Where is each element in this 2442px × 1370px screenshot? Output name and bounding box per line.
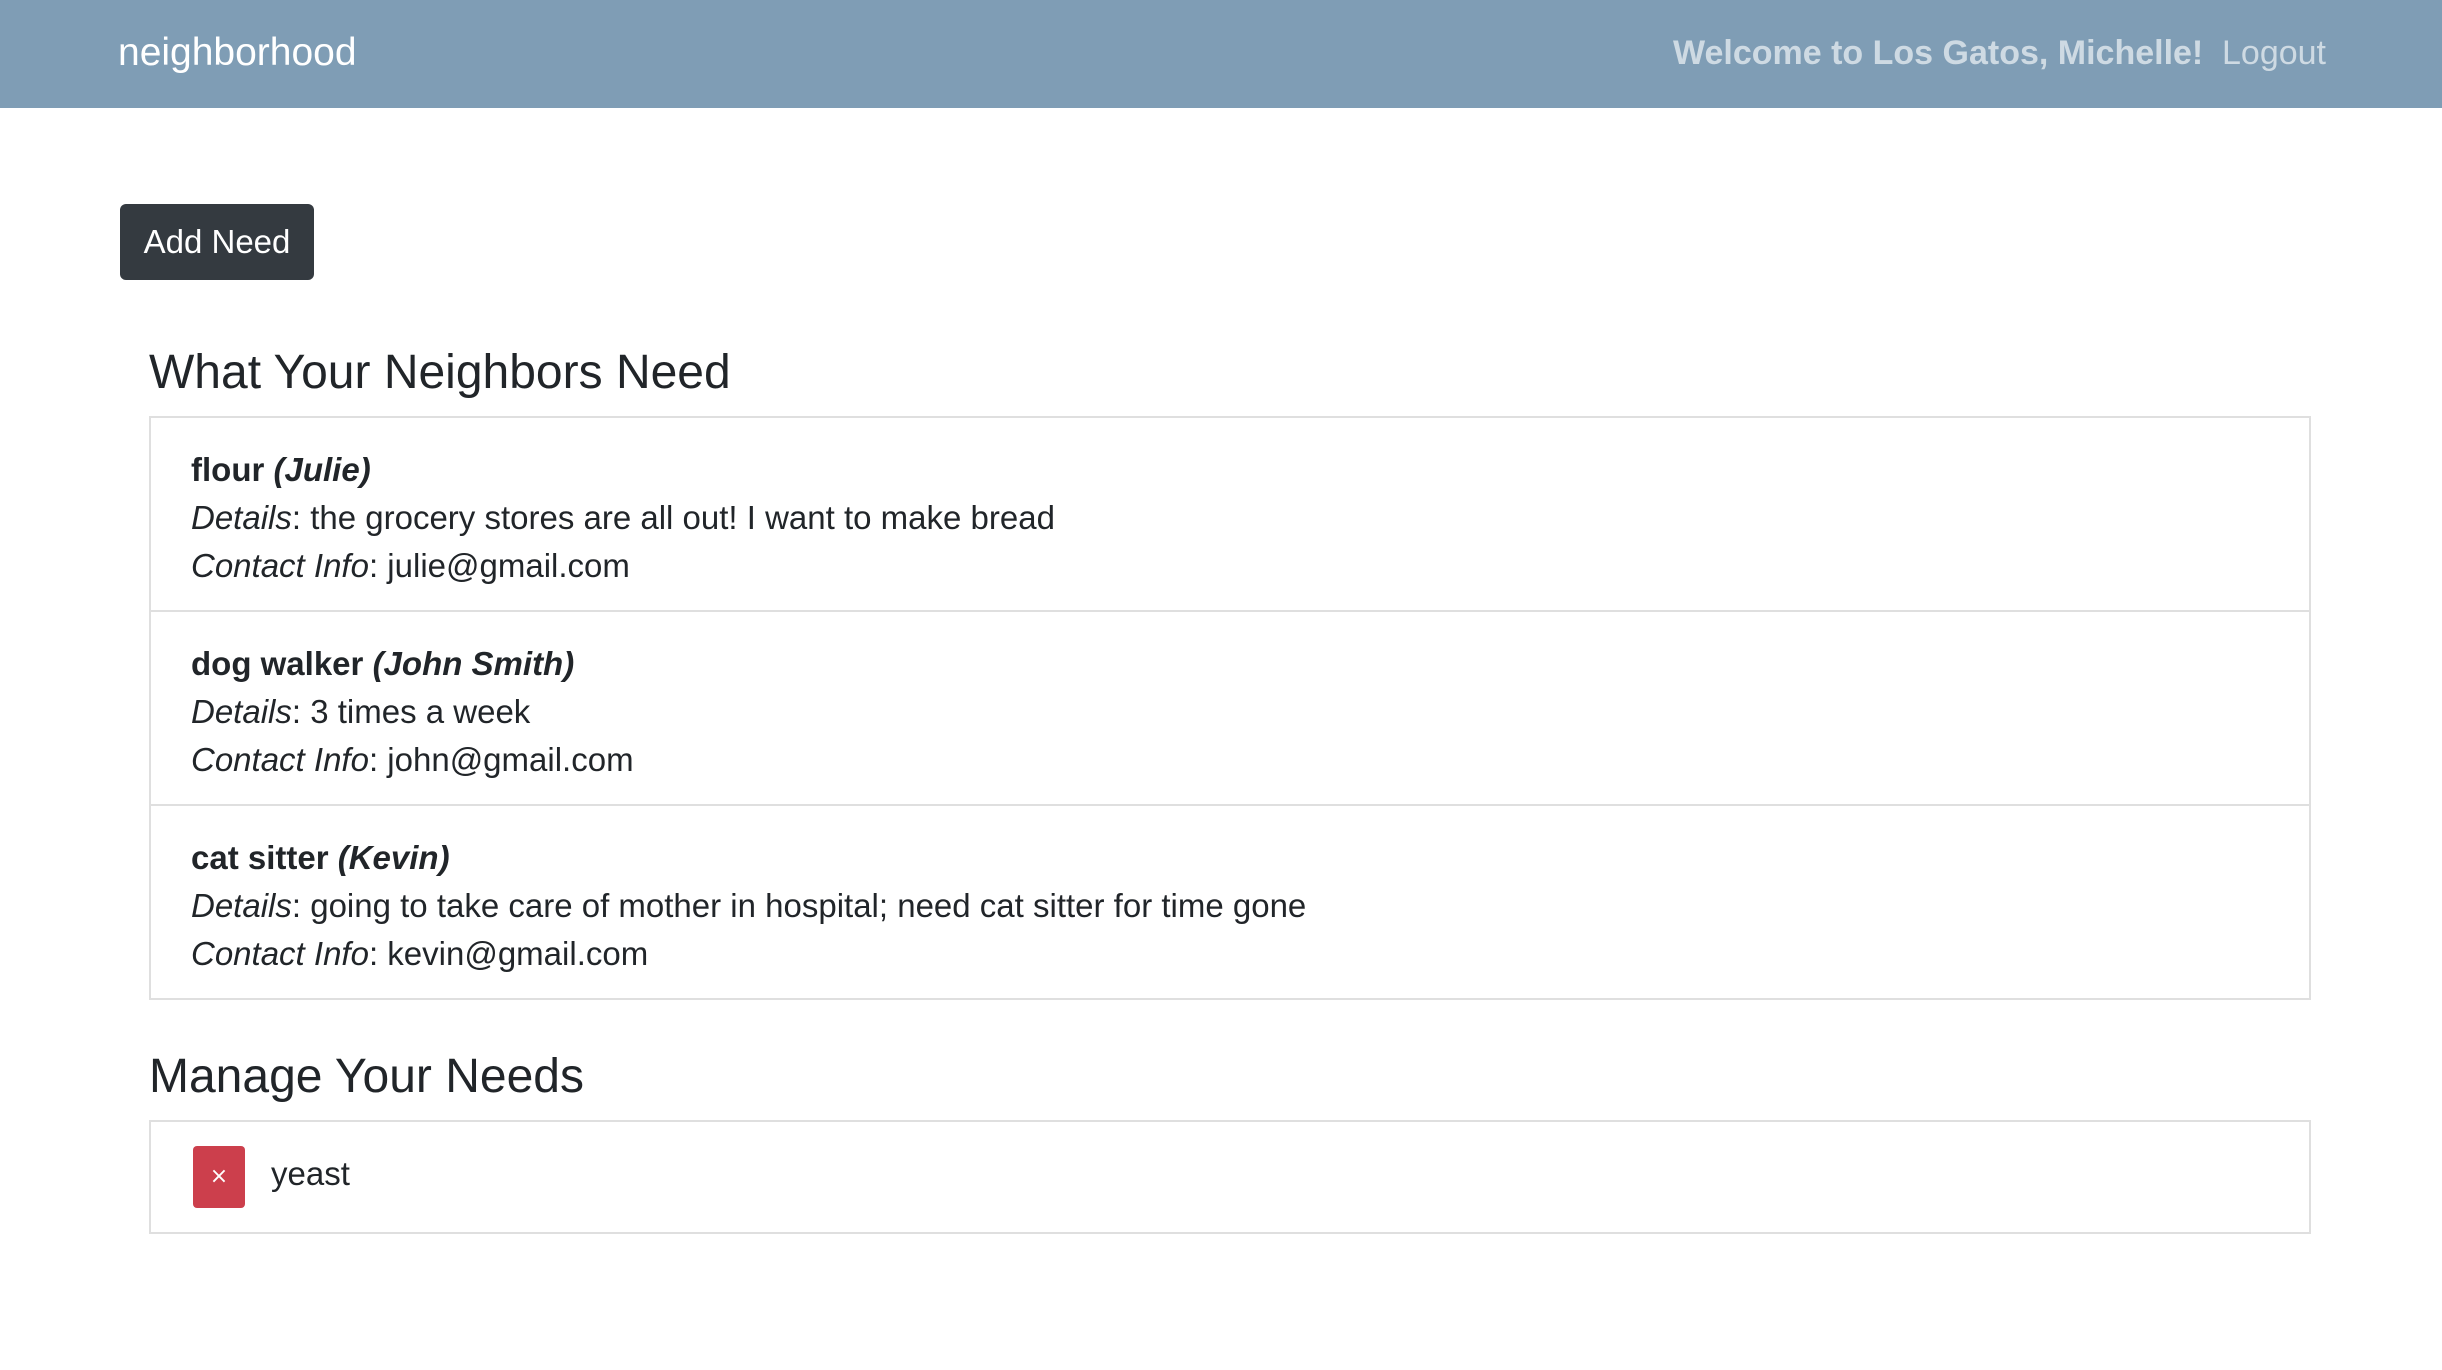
- need-details: Details: going to take care of mother in…: [191, 887, 1307, 924]
- neighbors-needs-list: flour (Julie) Details: the grocery store…: [149, 416, 2311, 1000]
- contact-value: john@gmail.com: [387, 741, 634, 778]
- list-item: cat sitter (Kevin) Details: going to tak…: [151, 806, 2309, 998]
- need-requester: (Julie): [273, 451, 371, 488]
- details-value: 3 times a week: [310, 693, 531, 730]
- manage-needs-title: Manage Your Needs: [149, 1050, 584, 1103]
- need-contact: Contact Info: kevin@gmail.com: [191, 935, 649, 972]
- need-contact: Contact Info: john@gmail.com: [191, 741, 634, 778]
- logout-link[interactable]: Logout: [2222, 26, 2326, 80]
- manage-needs-list: × yeast: [149, 1120, 2311, 1234]
- top-navbar: neighborhood Welcome to Los Gatos, Miche…: [0, 0, 2442, 108]
- contact-value: julie@gmail.com: [387, 547, 630, 584]
- need-heading: flour (Julie): [191, 446, 2309, 494]
- need-title: cat sitter: [191, 839, 329, 876]
- my-need-label: yeast: [271, 1155, 350, 1192]
- details-value: going to take care of mother in hospital…: [310, 887, 1307, 924]
- contact-label: Contact Info: [191, 741, 369, 778]
- need-details: Details: 3 times a week: [191, 693, 531, 730]
- close-icon: ×: [209, 1164, 229, 1189]
- contact-label: Contact Info: [191, 935, 369, 972]
- details-label: Details: [191, 499, 292, 536]
- need-title: dog walker: [191, 645, 364, 682]
- list-item: flour (Julie) Details: the grocery store…: [151, 418, 2309, 612]
- need-contact: Contact Info: julie@gmail.com: [191, 547, 630, 584]
- need-requester: (John Smith): [372, 645, 575, 682]
- need-title: flour: [191, 451, 265, 488]
- contact-label: Contact Info: [191, 547, 369, 584]
- details-label: Details: [191, 693, 292, 730]
- contact-value: kevin@gmail.com: [387, 935, 649, 972]
- brand-link[interactable]: neighborhood: [118, 26, 357, 80]
- details-label: Details: [191, 887, 292, 924]
- need-heading: dog walker (John Smith): [191, 640, 2309, 688]
- list-item: dog walker (John Smith) Details: 3 times…: [151, 612, 2309, 806]
- need-heading: cat sitter (Kevin): [191, 834, 2309, 882]
- need-requester: (Kevin): [337, 839, 450, 876]
- details-value: the grocery stores are all out! I want t…: [310, 499, 1055, 536]
- welcome-message: Welcome to Los Gatos, Michelle!: [1673, 34, 2204, 72]
- add-need-button[interactable]: Add Need: [120, 204, 314, 280]
- need-details: Details: the grocery stores are all out!…: [191, 499, 1055, 536]
- delete-need-button[interactable]: ×: [193, 1146, 245, 1208]
- neighbors-needs-title: What Your Neighbors Need: [149, 346, 731, 399]
